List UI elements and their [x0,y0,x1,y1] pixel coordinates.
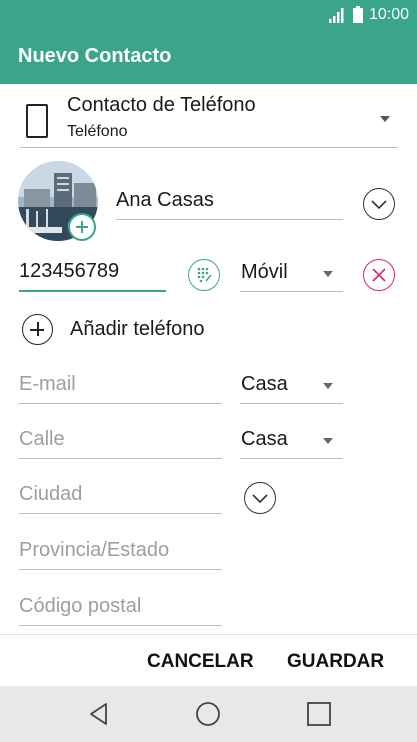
dialpad-icon [197,267,212,283]
save-button[interactable]: GUARDAR [287,651,384,673]
account-title: Contacto de Teléfono [67,94,256,116]
dropdown-arrow-icon [323,383,333,389]
city-field[interactable]: Ciudad [19,476,222,514]
chevron-down-icon [371,200,387,210]
name-value: Ana Casas [116,189,214,211]
signal-icon [329,8,344,23]
page-title: Nuevo Contacto [18,45,172,67]
plus-icon [22,314,53,345]
status-bar: 10:00 [0,0,417,30]
phone-value: 123456789 [19,260,120,282]
expand-name-button[interactable] [363,188,395,220]
status-time: 10:00 [368,6,409,23]
recents-icon[interactable] [305,700,333,728]
street-type-value: Casa [241,428,288,450]
street-placeholder: Calle [19,428,65,450]
chevron-down-icon [252,494,268,504]
home-icon[interactable] [194,700,222,728]
postal-code-field[interactable]: Código postal [19,588,222,626]
email-field[interactable]: E-mail [19,366,222,404]
email-type-value: Casa [241,373,288,395]
add-phone-label: Añadir teléfono [70,318,205,340]
email-placeholder: E-mail [19,373,76,395]
back-icon[interactable] [85,700,113,728]
add-photo-icon[interactable] [68,213,96,241]
account-subtitle: Teléfono [67,123,128,140]
name-field[interactable]: Ana Casas [116,182,343,220]
street-field[interactable]: Calle [19,421,222,459]
dropdown-arrow-icon [323,438,333,444]
phone-field[interactable]: 123456789 [19,254,166,292]
street-type-select[interactable]: Casa [240,421,343,459]
account-selector[interactable]: Contacto de Teléfono Teléfono [20,92,398,148]
expand-address-button[interactable] [244,482,276,514]
add-phone-button[interactable]: Añadir teléfono [22,314,242,346]
email-type-select[interactable]: Casa [240,366,343,404]
state-field[interactable]: Provincia/Estado [19,532,222,570]
phone-type-select[interactable]: Móvil [240,254,343,292]
system-nav-bar [0,686,417,742]
phone-type-value: Móvil [241,261,288,283]
cancel-button[interactable]: CANCELAR [147,651,254,673]
dropdown-arrow-icon [380,116,390,122]
state-placeholder: Provincia/Estado [19,539,170,561]
phone-device-icon [26,104,48,138]
dialpad-button[interactable] [188,259,220,291]
battery-icon [353,6,363,23]
bottom-actions-bar: CANCELAR GUARDAR [0,634,417,686]
app-bar: Nuevo Contacto [0,30,417,84]
close-icon [372,268,386,282]
remove-phone-button[interactable] [363,259,395,291]
postal-code-placeholder: Código postal [19,595,142,617]
city-placeholder: Ciudad [19,483,83,505]
dropdown-arrow-icon [323,271,333,277]
